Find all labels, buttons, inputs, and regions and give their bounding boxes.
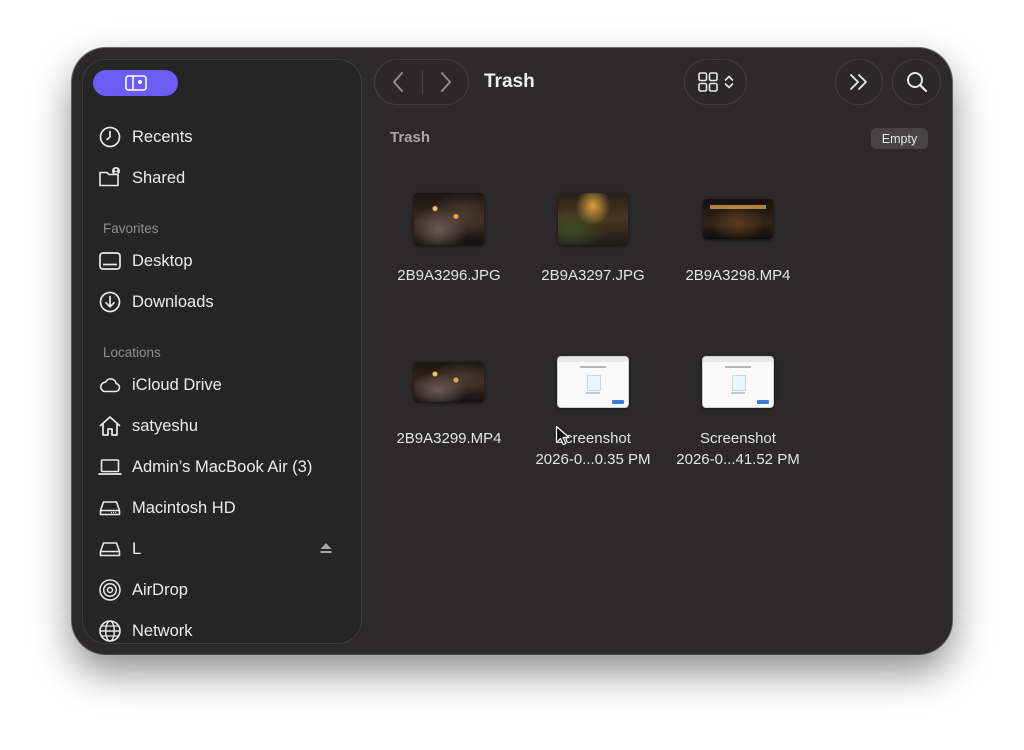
file-name: 2B9A3299.MP4	[396, 430, 502, 447]
video-thumbnail	[703, 199, 773, 239]
desktop-icon	[97, 248, 123, 274]
file-item[interactable]: 2B9A3299.MP4	[384, 350, 514, 449]
airdrop-icon	[97, 577, 123, 603]
sidebar-item-network[interactable]: Network	[97, 616, 349, 643]
window-title: Trash	[484, 71, 535, 92]
file-item[interactable]: 2B9A3296.JPG	[384, 187, 514, 286]
sidebar-item-label: Network	[132, 621, 193, 640]
drive-icon	[97, 495, 123, 521]
sidebar: Recents Shared Favorites Desktop Downloa…	[82, 59, 362, 644]
chevron-up-down-icon	[724, 75, 733, 89]
image-thumbnail	[558, 193, 628, 245]
file-name: 2B9A3296.JPG	[397, 267, 501, 284]
sidebar-item-l-drive[interactable]: L	[97, 534, 349, 564]
file-item[interactable]: 2B9A3297.JPG	[528, 187, 658, 286]
sidebar-item-label: AirDrop	[132, 580, 188, 599]
eject-icon[interactable]	[319, 541, 333, 555]
laptop-icon	[97, 454, 123, 480]
sidebar-item-label: L	[132, 539, 142, 558]
file-name: 2B9A3297.JPG	[541, 267, 645, 284]
empty-trash-button[interactable]: Empty	[871, 128, 928, 149]
file-name: 2B9A3298.MP4	[685, 267, 791, 284]
video-thumbnail	[414, 362, 484, 402]
sidebar-toggle-button[interactable]	[93, 70, 178, 96]
sidebar-item-recents[interactable]: Recents	[97, 122, 349, 152]
shared-folder-icon	[97, 165, 123, 191]
chevron-right-icon	[441, 72, 451, 92]
file-name-line2: 2026-0...41.52 PM	[676, 451, 800, 468]
cloud-icon	[97, 372, 123, 398]
sidebar-item-macbook-air[interactable]: Admin’s MacBook Air (3)	[97, 452, 349, 482]
back-button[interactable]	[375, 60, 421, 104]
download-icon	[97, 289, 123, 315]
sidebar-item-label: Admin’s MacBook Air (3)	[132, 457, 313, 476]
chevron-left-icon	[393, 72, 403, 92]
locations-section-title: Locations	[103, 345, 161, 360]
sidebar-item-label: Desktop	[132, 251, 193, 270]
more-toolbar-items-button[interactable]	[835, 59, 883, 105]
screenshot-thumbnail	[702, 356, 774, 408]
favorites-section-title: Favorites	[103, 221, 159, 236]
file-name: Screenshot	[555, 430, 631, 447]
sidebar-item-label: Recents	[132, 127, 193, 146]
sidebar-item-desktop[interactable]: Desktop	[97, 246, 349, 276]
sidebar-item-label: iCloud Drive	[132, 375, 222, 394]
search-button[interactable]	[892, 59, 941, 105]
file-name: Screenshot	[700, 430, 776, 447]
globe-icon	[97, 618, 123, 643]
view-options-button[interactable]	[684, 59, 747, 105]
file-name-line2: 2026-0...0.35 PM	[535, 451, 651, 468]
sidebar-item-airdrop[interactable]: AirDrop	[97, 575, 349, 605]
clock-icon	[97, 124, 123, 150]
sidebar-item-shared[interactable]: Shared	[97, 163, 349, 193]
navigation-controls	[374, 59, 469, 105]
sidebar-icon	[124, 75, 147, 91]
double-chevron-right-icon	[850, 74, 867, 90]
sidebar-item-home[interactable]: satyeshu	[97, 411, 349, 441]
search-icon	[906, 72, 927, 93]
sidebar-item-label: Macintosh HD	[132, 498, 236, 517]
finder-window: Recents Shared Favorites Desktop Downloa…	[72, 48, 952, 654]
file-item[interactable]: 2B9A3298.MP4	[673, 187, 803, 286]
mouse-pointer-icon	[555, 425, 570, 446]
sidebar-item-label: Downloads	[132, 292, 214, 311]
sidebar-item-downloads[interactable]: Downloads	[97, 287, 349, 317]
sidebar-item-macintosh-hd[interactable]: Macintosh HD	[97, 493, 349, 523]
drive-icon	[97, 536, 123, 562]
sidebar-item-label: satyeshu	[132, 416, 199, 435]
screenshot-thumbnail	[557, 356, 629, 408]
file-item[interactable]: Screenshot 2026-0...0.35 PM	[528, 350, 658, 470]
grid-view-icon	[697, 72, 718, 92]
forward-button[interactable]	[423, 60, 469, 104]
image-thumbnail	[414, 193, 484, 245]
sidebar-item-icloud-drive[interactable]: iCloud Drive	[97, 370, 349, 400]
home-icon	[97, 413, 123, 439]
file-item[interactable]: Screenshot 2026-0...41.52 PM	[673, 350, 803, 470]
content-header: Trash	[390, 129, 431, 146]
sidebar-item-label: Shared	[132, 168, 186, 187]
